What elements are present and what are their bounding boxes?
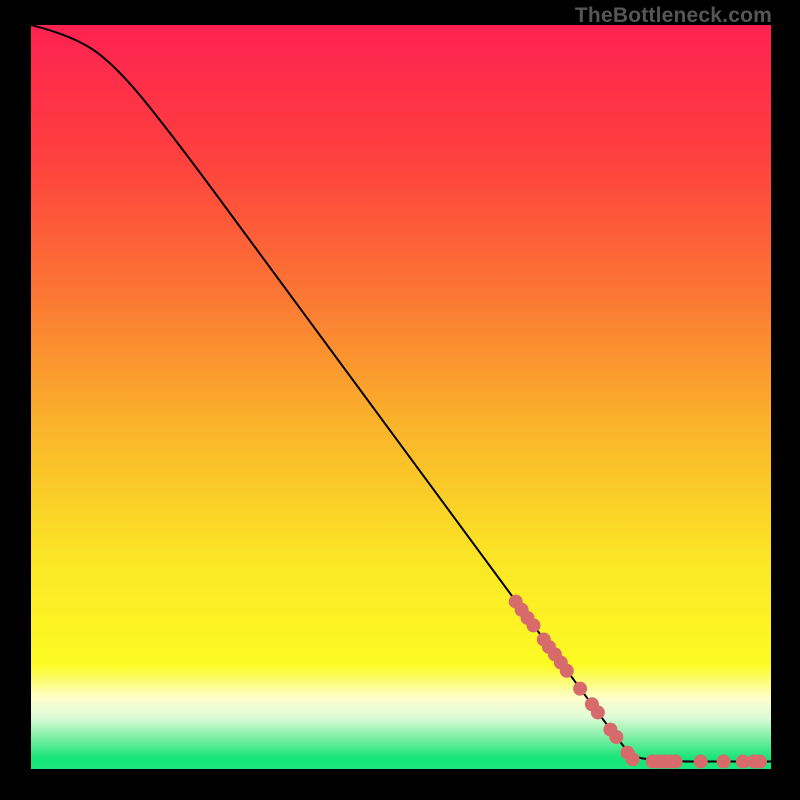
curve-marker — [753, 755, 767, 769]
curve-marker — [591, 705, 605, 719]
curve-marker — [560, 664, 574, 678]
curve-marker — [609, 730, 623, 744]
curve-marker — [694, 755, 708, 769]
chart-background — [31, 25, 771, 769]
curve-marker — [526, 618, 540, 632]
curve-marker — [669, 755, 683, 769]
curve-marker — [626, 752, 640, 766]
bottleneck-chart — [31, 25, 771, 769]
curve-marker — [717, 755, 731, 769]
curve-marker — [573, 682, 587, 696]
